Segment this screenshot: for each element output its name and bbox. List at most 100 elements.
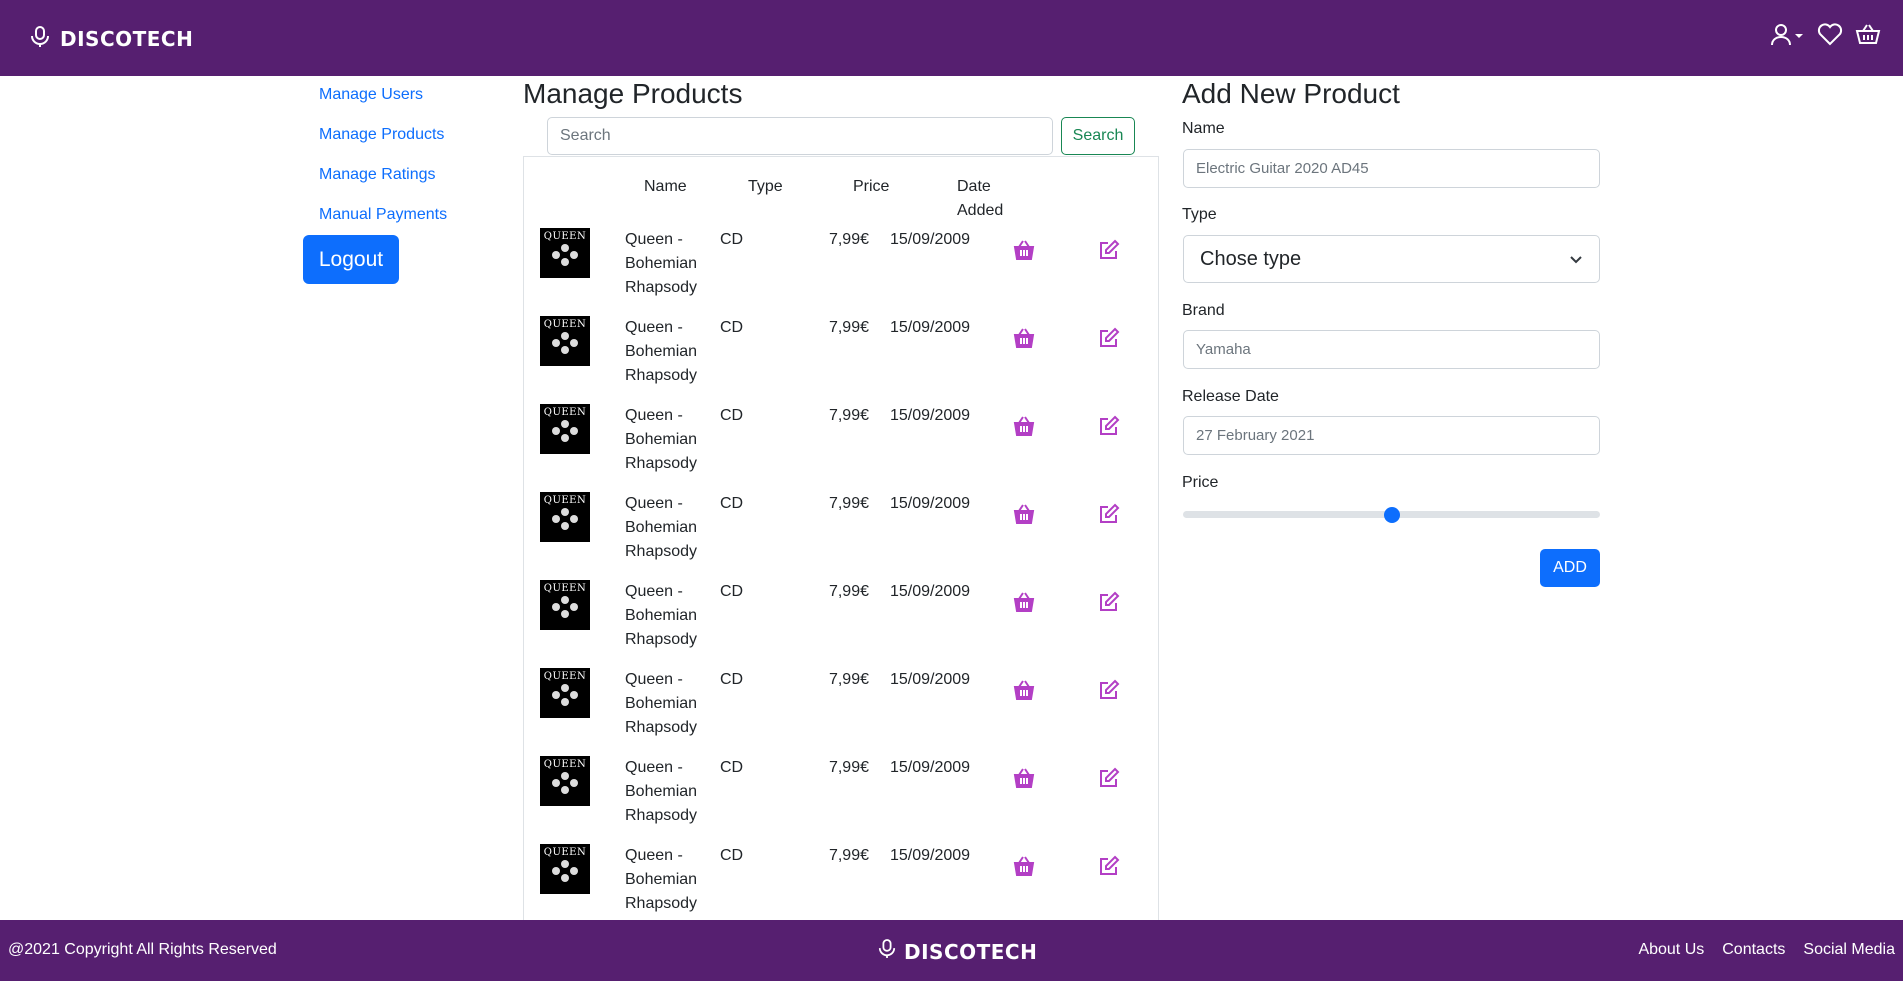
edit-button[interactable]	[1097, 854, 1121, 878]
band-faces-icon	[552, 772, 578, 794]
thumbnail-label: QUEEN	[543, 495, 587, 506]
product-name: Queen - Bohemian Rhapsody	[625, 847, 698, 912]
search-input[interactable]	[547, 117, 1053, 155]
footer-link-contacts[interactable]: Contacts	[1722, 941, 1785, 959]
user-menu[interactable]	[1769, 22, 1805, 51]
type-select[interactable]: Chose type	[1183, 235, 1600, 283]
product-name: Queen - Bohemian Rhapsody	[625, 671, 698, 736]
product-price: 7,99€	[828, 407, 869, 424]
thumbnail-label: QUEEN	[543, 407, 587, 418]
delete-button[interactable]	[1012, 590, 1036, 614]
delete-button[interactable]	[1012, 766, 1036, 790]
basket-delete-icon	[1013, 592, 1035, 612]
user-icon	[1769, 22, 1793, 51]
edit-icon	[1100, 767, 1120, 787]
brand-logo[interactable]: DISCOTECH	[30, 25, 194, 52]
table-row: QUEEN Queen - Bohemian Rhapsody CD 7,99€…	[524, 844, 1158, 926]
product-price: 7,99€	[828, 759, 869, 776]
edit-button[interactable]	[1097, 326, 1121, 350]
brand-label: Brand	[1182, 302, 1225, 319]
chevron-down-icon	[1569, 248, 1583, 271]
album-thumbnail: QUEEN	[540, 580, 590, 630]
edit-icon	[1100, 855, 1120, 875]
products-table: Name Type Price Date Added QUEEN Queen -…	[523, 156, 1159, 926]
band-faces-icon	[552, 332, 578, 354]
type-label: Type	[1182, 206, 1217, 223]
price-slider-handle[interactable]	[1383, 507, 1400, 523]
edit-button[interactable]	[1097, 678, 1121, 702]
add-product-title: Add New Product	[1182, 78, 1400, 109]
thumbnail-label: QUEEN	[543, 759, 587, 770]
col-header-price: Price	[853, 178, 890, 195]
product-price: 7,99€	[828, 583, 869, 600]
delete-button[interactable]	[1012, 854, 1036, 878]
sidebar-item-manage-products[interactable]: Manage Products	[319, 126, 444, 144]
price-label: Price	[1182, 474, 1219, 491]
product-name: Queen - Bohemian Rhapsody	[625, 583, 698, 648]
table-row: QUEEN Queen - Bohemian Rhapsody CD 7,99€…	[524, 228, 1158, 316]
basket-delete-icon	[1013, 768, 1035, 788]
product-type: CD	[720, 495, 744, 512]
release-date-input[interactable]	[1183, 416, 1600, 455]
basket-delete-icon	[1013, 856, 1035, 876]
edit-button[interactable]	[1097, 238, 1121, 262]
band-faces-icon	[552, 596, 578, 618]
product-name-input[interactable]	[1183, 149, 1600, 188]
footer-link-about-us[interactable]: About Us	[1638, 941, 1704, 959]
release-date-label: Release Date	[1182, 388, 1279, 405]
band-faces-icon	[552, 420, 578, 442]
price-slider[interactable]	[1183, 507, 1600, 523]
product-date-added: 15/09/2009	[890, 759, 971, 776]
product-date-added: 15/09/2009	[890, 495, 971, 512]
copyright-text: @2021 Copyright All Rights Reserved	[8, 941, 277, 958]
product-date-added: 15/09/2009	[890, 583, 971, 600]
album-thumbnail: QUEEN	[540, 844, 590, 894]
product-name: Queen - Bohemian Rhapsody	[625, 231, 698, 296]
band-faces-icon	[552, 684, 578, 706]
edit-icon	[1100, 415, 1120, 435]
caret-down-icon	[1793, 28, 1805, 46]
edit-button[interactable]	[1097, 766, 1121, 790]
product-date-added: 15/09/2009	[890, 671, 971, 688]
type-select-value: Chose type	[1200, 247, 1302, 270]
cart-button[interactable]	[1855, 22, 1881, 51]
sidebar-item-manage-ratings[interactable]: Manage Ratings	[319, 166, 436, 184]
basket-delete-icon	[1013, 416, 1035, 436]
edit-button[interactable]	[1097, 502, 1121, 526]
thumbnail-label: QUEEN	[543, 319, 587, 330]
brand-name: DISCOTECH	[60, 27, 194, 51]
product-price: 7,99€	[828, 319, 869, 336]
delete-button[interactable]	[1012, 326, 1036, 350]
edit-button[interactable]	[1097, 414, 1121, 438]
basket-delete-icon	[1013, 504, 1035, 524]
edit-icon	[1100, 327, 1120, 347]
band-faces-icon	[552, 244, 578, 266]
edit-button[interactable]	[1097, 590, 1121, 614]
delete-button[interactable]	[1012, 414, 1036, 438]
search-button[interactable]: Search	[1061, 117, 1135, 155]
footer-brand-name: DISCOTECH	[904, 939, 1038, 964]
table-row: QUEEN Queen - Bohemian Rhapsody CD 7,99€…	[524, 580, 1158, 668]
product-type: CD	[720, 319, 744, 336]
footer-brand-logo[interactable]: DISCOTECH	[878, 938, 1037, 965]
brand-input[interactable]	[1183, 330, 1600, 369]
sidebar-item-manage-users[interactable]: Manage Users	[319, 86, 423, 104]
favorites-button[interactable]	[1817, 22, 1843, 51]
product-type: CD	[720, 847, 744, 864]
product-price: 7,99€	[828, 847, 869, 864]
band-faces-icon	[552, 860, 578, 882]
product-date-added: 15/09/2009	[890, 407, 971, 424]
sidebar-item-manual-payments[interactable]: Manual Payments	[319, 206, 447, 224]
manage-products-title: Manage Products	[523, 78, 743, 109]
delete-button[interactable]	[1012, 502, 1036, 526]
footer: @2021 Copyright All Rights Reserved DISC…	[0, 920, 1903, 981]
add-button[interactable]: ADD	[1540, 549, 1600, 587]
thumbnail-label: QUEEN	[543, 847, 587, 858]
logout-button[interactable]: Logout	[303, 235, 399, 284]
delete-button[interactable]	[1012, 678, 1036, 702]
band-faces-icon	[552, 508, 578, 530]
delete-button[interactable]	[1012, 238, 1036, 262]
footer-link-social-media[interactable]: Social Media	[1803, 941, 1895, 959]
edit-icon	[1100, 591, 1120, 611]
table-row: QUEEN Queen - Bohemian Rhapsody CD 7,99€…	[524, 668, 1158, 756]
